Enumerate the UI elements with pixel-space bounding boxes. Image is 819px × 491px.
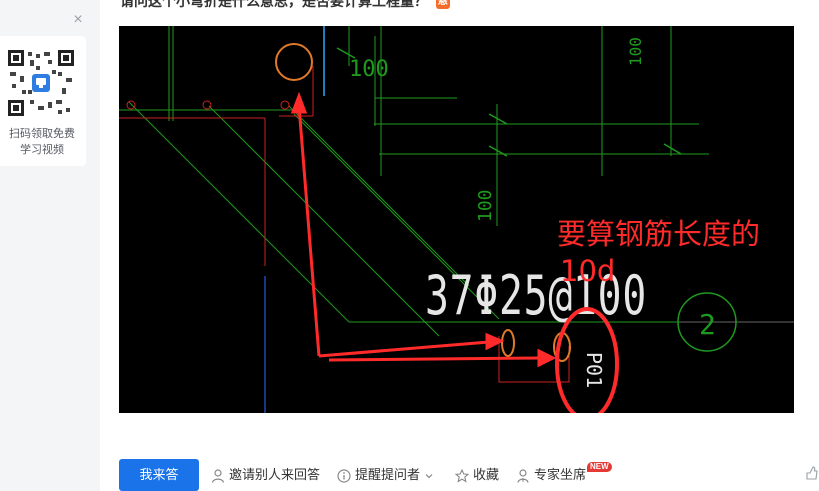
dimension-top: 100 bbox=[349, 57, 389, 82]
expert-icon bbox=[517, 468, 529, 483]
cad-drawing: 100 100 100 37Φ25@100 2 P01 要算钢筋长度的 10d bbox=[119, 26, 794, 413]
favorite-button[interactable]: 收藏 bbox=[454, 459, 500, 491]
annotation-text-line1: 要算钢筋长度的 bbox=[557, 217, 760, 251]
annotation-text-line2: 10d bbox=[560, 254, 615, 288]
invite-answer-button[interactable]: 邀请别人来回答 bbox=[211, 459, 320, 491]
qr-promo-card: 扫码领取免费学习视频 bbox=[0, 36, 86, 166]
chevron-down-icon bbox=[425, 473, 433, 478]
invite-answer-label: 邀请别人来回答 bbox=[229, 467, 321, 482]
answer-action-bar: 我来答 邀请别人来回答 提醒提问者 收藏 专家坐席 NEW bbox=[119, 459, 819, 491]
star-icon bbox=[454, 468, 470, 483]
question-image[interactable]: 100 100 100 37Φ25@100 2 P01 要算钢筋长度的 10d bbox=[119, 26, 794, 413]
left-side-panel: 扫码领取免费学习视频 × bbox=[0, 0, 100, 491]
like-icon[interactable] bbox=[806, 466, 818, 483]
expert-seat-button[interactable]: 专家坐席 bbox=[516, 459, 586, 491]
remind-asker-label: 提醒提问者 bbox=[355, 467, 421, 482]
new-badge: NEW bbox=[587, 462, 612, 472]
qr-code bbox=[8, 50, 74, 116]
reward-badge: 悬 bbox=[435, 0, 450, 10]
answer-button[interactable]: 我来答 bbox=[119, 459, 199, 491]
question-title: 请问这个小弯折是什么意思，是否要计算工程量？ 悬 bbox=[120, 0, 450, 11]
qr-caption: 扫码领取免费学习视频 bbox=[9, 128, 75, 156]
dimension-mid: 100 bbox=[475, 189, 496, 222]
expert-seat-label: 专家坐席 bbox=[534, 467, 587, 482]
question-title-text: 请问这个小弯折是什么意思，是否要计算工程量？ bbox=[120, 0, 428, 9]
grid-bubble-label: 2 bbox=[699, 308, 716, 341]
remind-asker-button[interactable]: 提醒提问者 bbox=[337, 459, 438, 491]
dimension-right-top: 100 bbox=[626, 37, 645, 66]
section-label: P01 bbox=[582, 352, 606, 388]
user-icon bbox=[211, 468, 225, 483]
favorite-label: 收藏 bbox=[473, 467, 500, 482]
info-icon bbox=[337, 468, 351, 483]
close-icon[interactable]: × bbox=[70, 12, 86, 28]
